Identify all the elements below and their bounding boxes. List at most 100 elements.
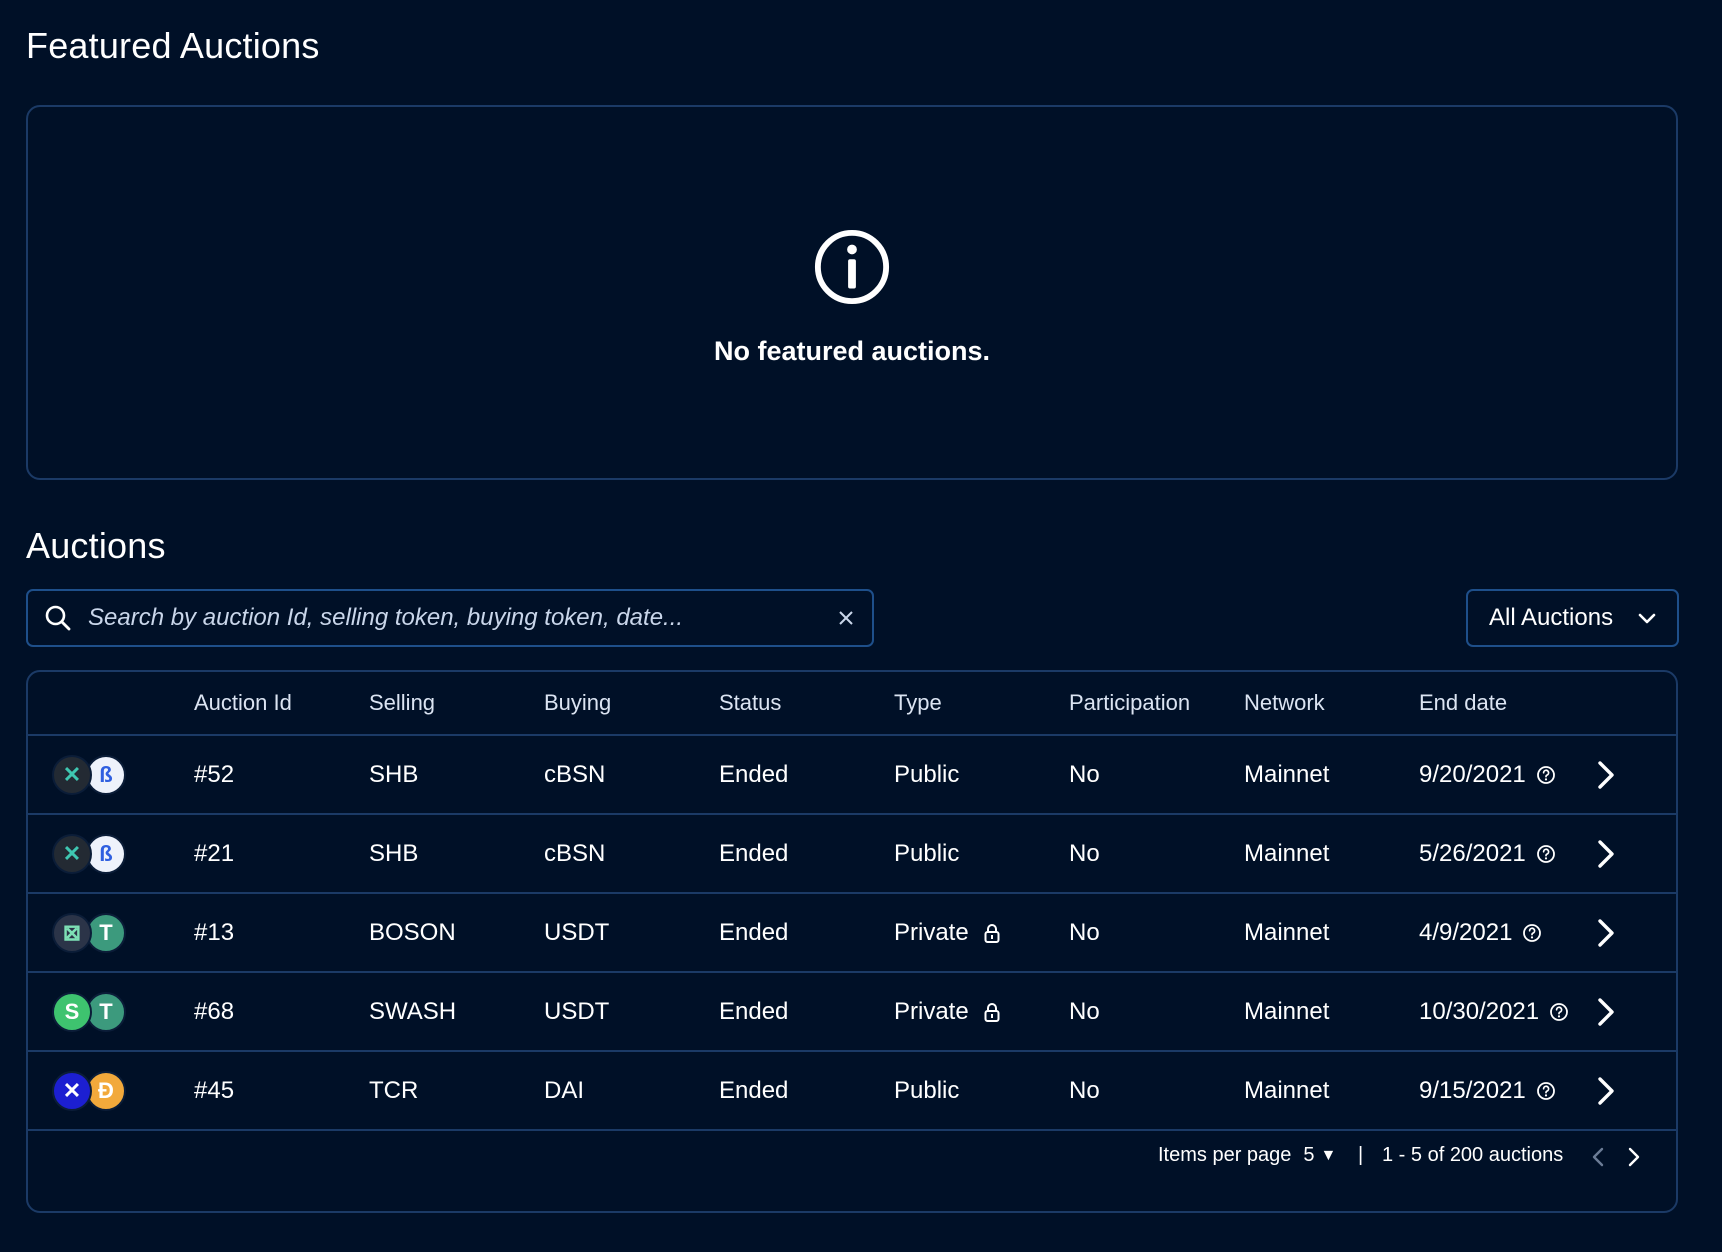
auction-type: Private	[894, 894, 1003, 971]
swash-token-icon: S	[52, 991, 92, 1032]
caret-down-icon[interactable]: ▼	[1321, 1147, 1337, 1165]
buying-token: cBSN	[544, 736, 605, 813]
selling-token-text: SWASH	[369, 997, 457, 1025]
token-pair-cell: ✕ ß	[52, 815, 128, 892]
usdt-token-icon: T	[86, 991, 126, 1032]
dai-token-icon: Đ	[86, 1070, 126, 1111]
buying-token: cBSN	[544, 815, 605, 892]
network-text: Mainnet	[1244, 918, 1330, 946]
auction-type-text: Public	[894, 760, 960, 788]
auction-id-text: #52	[194, 760, 235, 788]
help-icon[interactable]	[1536, 765, 1556, 785]
buying-token: USDT	[544, 973, 609, 1050]
end-date: 4/9/2021	[1419, 894, 1542, 971]
selling-token-text: TCR	[369, 1076, 419, 1104]
end-date-text: 10/30/2021	[1419, 997, 1540, 1025]
participation-text: No	[1069, 918, 1100, 946]
search-icon	[45, 605, 71, 631]
open-auction-button[interactable]	[1593, 973, 1619, 1050]
table-row[interactable]: ✕ ß #21 SHB cBSN Ended Public No Mainnet 5/26/202…	[28, 815, 1676, 894]
auction-id: #13	[194, 894, 234, 971]
auction-id-text: #68	[194, 997, 235, 1025]
end-date-text: 9/15/2021	[1419, 1076, 1526, 1104]
chevron-right-icon	[1598, 997, 1614, 1026]
selling-token: SWASH	[369, 973, 456, 1050]
table-row[interactable]: S T #68 SWASH USDT Ended Private No Mainnet 10/30…	[28, 973, 1676, 1052]
open-auction-button[interactable]	[1593, 736, 1619, 813]
participation: No	[1069, 894, 1100, 971]
auction-filter-dropdown[interactable]: All Auctions	[1466, 589, 1679, 647]
auction-type: Private	[894, 973, 1003, 1050]
selling-token-text: SHB	[369, 760, 419, 788]
participation: No	[1069, 736, 1100, 813]
token-pair: ✕ ß	[52, 753, 128, 797]
help-icon[interactable]	[1536, 1081, 1556, 1101]
auction-status-text: Ended	[719, 760, 789, 788]
auction-id: #68	[194, 973, 234, 1050]
end-date: 10/30/2021	[1419, 973, 1569, 1050]
column-header-participation[interactable]: Participation	[1069, 672, 1190, 734]
column-header-auction-id[interactable]: Auction Id	[194, 672, 292, 734]
cbsn-token-icon: ß	[86, 754, 126, 795]
auction-id-text: #21	[194, 839, 235, 867]
column-header-status[interactable]: Status	[719, 672, 781, 734]
column-header-type[interactable]: Type	[894, 672, 942, 734]
network-text: Mainnet	[1244, 997, 1330, 1025]
table-row[interactable]: ✕ ß #52 SHB cBSN Ended Public No Mainnet 9/20/202…	[28, 736, 1676, 815]
featured-auctions-card: No featured auctions.	[26, 105, 1678, 480]
chevron-right-icon	[1598, 1076, 1614, 1105]
shb-token-icon: ✕	[52, 833, 92, 874]
help-icon[interactable]	[1536, 844, 1556, 864]
participation: No	[1069, 815, 1100, 892]
items-per-page-select[interactable]: 5	[1303, 1144, 1314, 1167]
auction-filter-value: All Auctions	[1489, 604, 1614, 631]
column-header-selling[interactable]: Selling	[369, 672, 435, 734]
selling-token: BOSON	[369, 894, 456, 971]
participation: No	[1069, 973, 1100, 1050]
network: Mainnet	[1244, 815, 1329, 892]
token-pair-cell: ✕ ß	[52, 736, 128, 813]
end-date: 5/26/2021	[1419, 815, 1556, 892]
previous-page-icon[interactable]	[1590, 1146, 1606, 1168]
chevron-right-icon	[1598, 918, 1614, 947]
network: Mainnet	[1244, 1052, 1329, 1129]
help-icon[interactable]	[1549, 1002, 1569, 1022]
shb-token-icon: ✕	[52, 754, 92, 795]
items-per-page: Items per page 5 ▼	[1158, 1144, 1336, 1167]
help-icon[interactable]	[1522, 923, 1542, 943]
open-auction-button[interactable]	[1593, 1052, 1619, 1129]
selling-token-text: SHB	[369, 839, 419, 867]
selling-token-text: BOSON	[369, 918, 456, 946]
auction-status-text: Ended	[719, 839, 789, 867]
items-per-page-label: Items per page	[1158, 1144, 1292, 1166]
usdt-token-icon: T	[86, 912, 126, 953]
end-date: 9/15/2021	[1419, 1052, 1556, 1129]
column-header-end-date[interactable]: End date	[1419, 672, 1507, 734]
auction-status: Ended	[719, 1052, 788, 1129]
next-page-icon[interactable]	[1626, 1146, 1642, 1168]
end-date: 9/20/2021	[1419, 736, 1556, 813]
lock-icon	[984, 923, 1000, 943]
lock-icon	[984, 1002, 1000, 1022]
network-text: Mainnet	[1244, 1076, 1330, 1104]
network-text: Mainnet	[1244, 760, 1330, 788]
participation-text: No	[1069, 839, 1100, 867]
empty-state-message: No featured auctions.	[713, 336, 991, 366]
column-header-buying[interactable]: Buying	[544, 672, 611, 734]
table-row[interactable]: ⊠ T #13 BOSON USDT Ended Private No Mainnet 4/9/2…	[28, 894, 1676, 973]
search-bar	[26, 589, 874, 647]
info-icon	[814, 229, 890, 305]
column-header-network[interactable]: Network	[1244, 672, 1325, 734]
network: Mainnet	[1244, 736, 1329, 813]
chevron-right-icon	[1598, 839, 1614, 868]
search-input[interactable]	[88, 598, 836, 638]
clear-search-icon[interactable]	[836, 608, 856, 628]
buying-token-text: cBSN	[544, 760, 606, 788]
auction-status-text: Ended	[719, 997, 789, 1025]
open-auction-button[interactable]	[1593, 894, 1619, 971]
network-text: Mainnet	[1244, 839, 1330, 867]
featured-auctions-title: Featured Auctions	[26, 25, 320, 66]
token-pair-cell: ✕ Đ	[52, 1052, 128, 1129]
open-auction-button[interactable]	[1593, 815, 1619, 892]
table-row[interactable]: ✕ Đ #45 TCR DAI Ended Public No Mainnet 9/15/2021	[28, 1052, 1676, 1131]
